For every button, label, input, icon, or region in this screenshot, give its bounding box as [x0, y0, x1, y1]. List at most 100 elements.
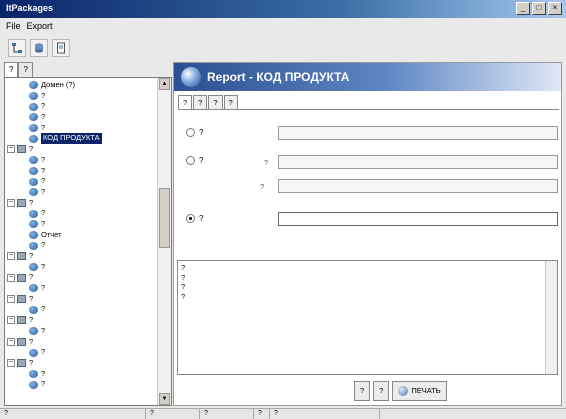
tab-left-2[interactable]: ? [18, 62, 33, 77]
tree-scrollbar[interactable]: ▲ ▼ [157, 78, 171, 405]
status-cell: ? [200, 409, 254, 419]
report-header: Report - КОД ПРОДУКТА [174, 63, 561, 91]
tree-item-label: ? [41, 368, 46, 378]
tree-group[interactable]: −? [7, 272, 157, 283]
tree-item[interactable]: ? [7, 283, 157, 294]
tree-item[interactable]: ? [7, 262, 157, 273]
document-icon[interactable] [52, 39, 70, 57]
tree-item[interactable]: ? [7, 123, 157, 134]
database-icon[interactable] [30, 39, 48, 57]
scroll-thumb[interactable] [159, 188, 170, 248]
collapse-icon[interactable]: − [7, 359, 15, 368]
scroll-down-arrow-icon[interactable]: ▼ [159, 393, 170, 405]
print-button-label: ПЕЧАТЬ [411, 386, 441, 395]
maximize-button[interactable]: □ [532, 2, 546, 15]
report-icon [29, 263, 38, 272]
tree-item-label: ? [29, 144, 34, 154]
menu-file[interactable]: File [6, 19, 21, 34]
tree-item[interactable]: Домен (?) [7, 80, 157, 91]
tree-item[interactable]: ? [7, 166, 157, 177]
tree-item[interactable]: ? [7, 155, 157, 166]
tree-item-label: ? [41, 261, 46, 271]
tree-item[interactable]: ? [7, 326, 157, 337]
tree-item[interactable]: ? [7, 112, 157, 123]
output-line: ? [181, 282, 186, 291]
tree-item-label: ? [29, 336, 34, 346]
collapse-icon[interactable]: − [7, 198, 15, 207]
tree-group[interactable]: −? [7, 144, 157, 155]
collapse-icon[interactable]: − [7, 145, 15, 154]
tree-item-label: ? [41, 154, 46, 164]
menu-export[interactable]: Export [27, 19, 53, 34]
close-button[interactable]: × [548, 2, 562, 15]
tab-properties[interactable]: ? [223, 95, 238, 109]
status-cell: ? [254, 409, 270, 419]
minimize-button[interactable]: _ [516, 2, 530, 15]
report-icon [29, 166, 38, 175]
output-line: ? [181, 291, 186, 301]
from-field[interactable] [278, 155, 558, 169]
radio-between-dot[interactable] [186, 156, 195, 165]
tree-item[interactable]: ? [7, 240, 157, 251]
status-cell: ? [146, 409, 200, 419]
tab-content[interactable]: ? [208, 95, 223, 109]
action-buttons: ? ? ПЕЧАТЬ [354, 381, 447, 401]
tree-item-label: Отчет [41, 229, 62, 239]
tree-item[interactable]: ? [7, 91, 157, 102]
preview-button[interactable]: ? [373, 381, 390, 401]
tree-structure-icon[interactable] [8, 39, 26, 57]
to-field[interactable] [278, 179, 558, 193]
tree-group[interactable]: −? [7, 337, 157, 348]
status-bar: ? ? ? ? ? [0, 408, 566, 419]
tree-group[interactable]: −? [7, 294, 157, 305]
tree-item[interactable]: ? [7, 101, 157, 112]
folder-icon [17, 316, 26, 325]
scroll-up-arrow-icon[interactable]: ▲ [159, 78, 170, 90]
folder-icon [17, 359, 26, 368]
tree-group[interactable]: −? [7, 251, 157, 262]
tree-group[interactable]: −? [7, 315, 157, 326]
tree-item[interactable]: ? [7, 379, 157, 390]
print-button[interactable]: ПЕЧАТЬ [392, 381, 447, 401]
radio-between[interactable]: ? [186, 156, 203, 165]
radio-equals-dot[interactable] [186, 128, 195, 137]
tree-item[interactable]: ? [7, 347, 157, 358]
tree-item[interactable]: ? [7, 369, 157, 380]
equals-field[interactable] [278, 126, 558, 140]
tree-item-label: ? [41, 240, 46, 250]
tree-item-label: ? [29, 357, 34, 367]
radio-contains-dot[interactable] [186, 214, 195, 223]
tree-item[interactable]: Отчет [7, 230, 157, 241]
report-tree: Домен (?)???? КОД ПРОДУКТА −????? −??? Отчет… [4, 77, 172, 406]
collapse-icon[interactable]: − [7, 295, 15, 304]
radio-equals[interactable]: ? [186, 128, 203, 137]
status-cell: ? [270, 409, 380, 419]
apply-button[interactable]: ? [354, 381, 371, 401]
collapse-icon[interactable]: − [7, 337, 15, 346]
tab-name[interactable]: ? [193, 95, 208, 109]
tree-item-label: ? [41, 101, 46, 111]
contains-field[interactable] [278, 212, 558, 226]
report-icon [29, 348, 38, 357]
collapse-icon[interactable]: − [7, 273, 15, 282]
tree-item-label: ? [29, 315, 34, 325]
tree-item[interactable]: ? [7, 304, 157, 315]
tree-item[interactable]: КОД ПРОДУКТА [7, 133, 157, 145]
tree-group[interactable]: −? [7, 198, 157, 209]
folder-icon [17, 145, 26, 154]
collapse-icon[interactable]: − [7, 316, 15, 325]
tree-item-label: ? [41, 112, 46, 122]
output-scrollbar[interactable] [545, 261, 557, 374]
tree-item[interactable]: ? [7, 187, 157, 198]
tree-group[interactable]: −? [7, 358, 157, 369]
tree-item[interactable]: ? [7, 208, 157, 219]
tab-code[interactable]: ? [178, 95, 193, 109]
collapse-icon[interactable]: − [7, 252, 15, 261]
tab-left-1[interactable]: ? [4, 62, 19, 77]
tree-item-label: Домен (?) [41, 80, 76, 89]
folder-icon [17, 198, 26, 207]
tree-item[interactable]: ? [7, 219, 157, 230]
radio-equals-label: ? [199, 128, 204, 137]
radio-contains[interactable]: ? [186, 214, 203, 223]
tree-item[interactable]: ? [7, 176, 157, 187]
